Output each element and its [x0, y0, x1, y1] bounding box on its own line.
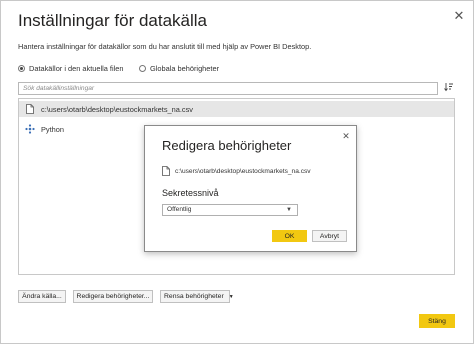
- edit-permissions-dialog: Redigera behörigheter ✕ c:\users\otarb\d…: [144, 125, 357, 252]
- list-item-csv-source[interactable]: c:\users\otarb\desktop\eustockmarkets_na…: [19, 101, 454, 117]
- privacy-level-label: Sekretessnivå: [162, 188, 219, 198]
- window-close-icon[interactable]: ✕: [452, 9, 466, 23]
- window-description: Hantera inställningar för datakällor som…: [18, 42, 312, 51]
- privacy-level-value: Offentlig: [167, 206, 192, 213]
- search-input[interactable]: Sök datakällinställningar: [18, 82, 438, 95]
- radio-global-permissions[interactable]: Globala behörigheter: [139, 64, 219, 73]
- radio-current-file-label: Datakällor i den aktuella filen: [29, 64, 124, 73]
- ok-button[interactable]: OK: [272, 230, 307, 242]
- file-icon: [162, 166, 170, 176]
- sort-icon[interactable]: [443, 82, 455, 95]
- dialog-file-path-text: c:\users\otarb\desktop\eustockmarkets_na…: [175, 167, 311, 175]
- dialog-title: Redigera behörigheter: [162, 138, 292, 153]
- radio-global-permissions-indicator[interactable]: [139, 65, 146, 72]
- change-source-button[interactable]: Ändra källa...: [18, 290, 66, 303]
- data-source-settings-window: Inställningar för datakälla ✕ Hantera in…: [0, 0, 474, 344]
- radio-current-file[interactable]: Datakällor i den aktuella filen: [18, 64, 124, 73]
- privacy-level-select[interactable]: Offentlig ▼: [162, 204, 298, 216]
- radio-current-file-indicator[interactable]: [18, 65, 25, 72]
- cancel-button[interactable]: Avbryt: [312, 230, 347, 242]
- list-item-label: Python: [41, 124, 65, 134]
- chevron-down-icon: ▼: [286, 207, 292, 213]
- clear-permissions-button[interactable]: Rensa behörigheter ▼: [160, 290, 234, 303]
- chevron-down-icon: ▼: [228, 293, 234, 300]
- radio-global-permissions-label: Globala behörigheter: [150, 64, 220, 73]
- python-icon: [25, 124, 35, 135]
- dialog-file-path: c:\users\otarb\desktop\eustockmarkets_na…: [162, 166, 311, 176]
- file-icon: [25, 104, 35, 115]
- list-item-label: c:\users\otarb\desktop\eustockmarkets_na…: [41, 104, 193, 114]
- close-button[interactable]: Stäng: [419, 314, 455, 328]
- dialog-close-icon[interactable]: ✕: [341, 131, 351, 141]
- clear-permissions-label: Rensa behörigheter: [164, 293, 224, 300]
- window-title: Inställningar för datakälla: [18, 11, 208, 30]
- edit-permissions-button[interactable]: Redigera behörigheter...: [73, 290, 153, 303]
